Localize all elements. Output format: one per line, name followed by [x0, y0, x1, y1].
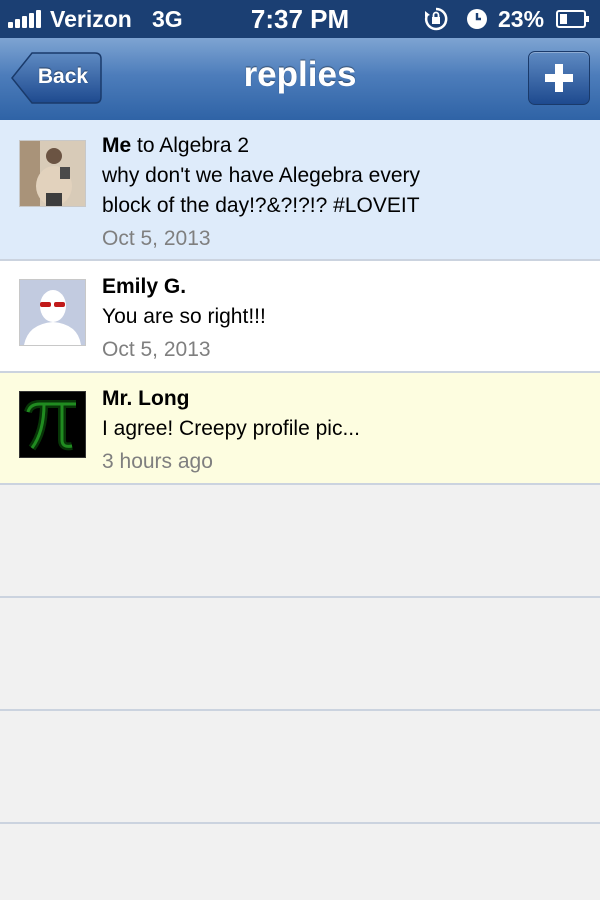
default-profile-avatar-image: [20, 280, 85, 345]
reply-timestamp: 3 hours ago: [102, 450, 213, 473]
add-reply-button[interactable]: [528, 51, 590, 105]
plus-icon: [545, 64, 573, 92]
rotation-lock-icon: [424, 7, 448, 31]
nav-bar: Back replies: [0, 38, 600, 121]
reply-author: Emily G.: [102, 275, 187, 298]
reply-timestamp: Oct 5, 2013: [102, 227, 211, 250]
avatar: [19, 279, 86, 346]
reply-content: Mr. Long I agree! Creepy profile pic... …: [102, 384, 590, 477]
status-bar: Verizon 3G 7:37 PM 23%: [0, 0, 600, 38]
reply-message: You are so right!!!: [102, 305, 266, 328]
reply-message: I agree! Creepy profile pic...: [102, 417, 360, 440]
empty-list-row: [0, 598, 600, 711]
reply-message: why don't we have Alegebra every block o…: [102, 164, 421, 217]
avatar: [19, 140, 86, 207]
reply-timestamp: Oct 5, 2013: [102, 338, 211, 361]
avatar: [19, 391, 86, 458]
empty-list-row: [0, 711, 600, 824]
battery-icon: [556, 10, 589, 28]
empty-list-row: [0, 824, 600, 900]
reply-content: Emily G. You are so right!!! Oct 5, 2013: [102, 272, 590, 365]
reply-author: Me: [102, 134, 132, 157]
reply-row[interactable]: Mr. Long I agree! Creepy profile pic... …: [0, 373, 600, 485]
reply-target: to Algebra 2: [131, 134, 250, 157]
battery-percent: 23%: [498, 6, 545, 32]
empty-list-row: [0, 485, 600, 598]
reply-row[interactable]: Me to Algebra 2 why don't we have Alegeb…: [0, 120, 600, 261]
alarm-icon: [467, 9, 487, 29]
page-title: replies: [243, 55, 357, 94]
reply-author: Mr. Long: [102, 387, 190, 410]
mirror-selfie-avatar-image: [20, 141, 85, 206]
reply-content: Me to Algebra 2 why don't we have Alegeb…: [102, 131, 590, 254]
pi-symbol-avatar-image: [20, 392, 85, 457]
reply-row[interactable]: Emily G. You are so right!!! Oct 5, 2013: [0, 261, 600, 373]
